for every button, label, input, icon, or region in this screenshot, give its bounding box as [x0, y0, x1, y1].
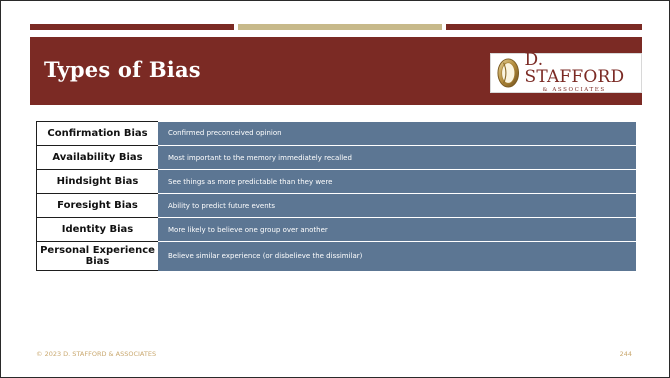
page-number: 244: [619, 350, 632, 358]
bias-table: Confirmation Bias Confirmed preconceived…: [36, 121, 636, 271]
bias-term: Identity Bias: [36, 217, 158, 242]
bias-description: More likely to believe one group over an…: [158, 217, 636, 242]
slide: Types of Bias D. STAFFORD & ASSOCIATES C…: [0, 0, 670, 378]
accent-bar-left: [30, 24, 234, 30]
bias-term: Availability Bias: [36, 145, 158, 170]
table-row: Personal Experience Bias Believe similar…: [36, 241, 636, 271]
company-logo: D. STAFFORD & ASSOCIATES: [490, 50, 642, 94]
bias-description: Most important to the memory immediately…: [158, 145, 636, 170]
bias-term: Confirmation Bias: [36, 121, 158, 146]
bias-term: Hindsight Bias: [36, 169, 158, 194]
table-row: Foresight Bias Ability to predict future…: [36, 193, 636, 218]
title-banner: Types of Bias D. STAFFORD & ASSOCIATES: [30, 37, 642, 105]
accent-bar-right: [446, 24, 642, 30]
bias-description: Ability to predict future events: [158, 193, 636, 218]
bias-term: Foresight Bias: [36, 193, 158, 218]
bias-term: Personal Experience Bias: [36, 241, 158, 271]
top-accent-bars: [30, 24, 642, 32]
table-row: Confirmation Bias Confirmed preconceived…: [36, 121, 636, 146]
slide-title: Types of Bias: [44, 57, 201, 82]
table-row: Identity Bias More likely to believe one…: [36, 217, 636, 242]
footer-copyright: © 2023 D. STAFFORD & ASSOCIATES: [36, 350, 157, 358]
table-row: Hindsight Bias See things as more predic…: [36, 169, 636, 194]
bias-description: See things as more predictable than they…: [158, 169, 636, 194]
logo-name: D. STAFFORD: [524, 50, 625, 88]
shield-logo-icon: [497, 58, 520, 88]
bias-description: Believe similar experience (or disbeliev…: [158, 241, 636, 271]
accent-bar-middle: [238, 24, 442, 30]
bias-description: Confirmed preconceived opinion: [158, 121, 636, 146]
table-row: Availability Bias Most important to the …: [36, 145, 636, 170]
logo-subtitle: & ASSOCIATES: [542, 87, 606, 94]
